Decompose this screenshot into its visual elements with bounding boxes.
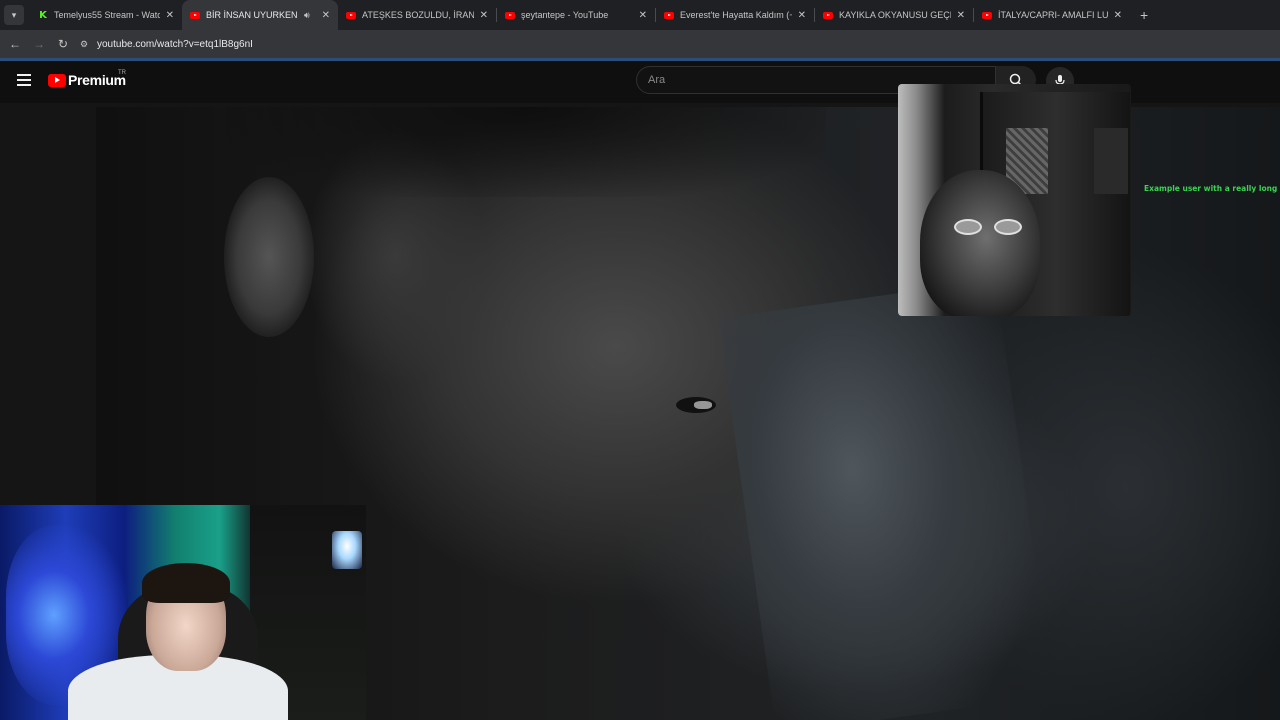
tab-title: ATEŞKES BOZULDU, İRAN KÖŞE (362, 10, 474, 20)
address-bar[interactable]: ⚙︎ youtube.com/watch?v=etq1lB8g6nI (77, 33, 1257, 55)
webcam-streamer-hair (142, 563, 230, 603)
forward-arrow-icon[interactable]: → (27, 37, 51, 51)
tab-title: BİR İNSAN UYURKEN BİRİSİ (206, 10, 300, 20)
youtube-icon (505, 10, 515, 20)
close-icon[interactable]: ✕ (480, 10, 488, 21)
tab-seytantepe[interactable]: şeytantepe - YouTube ✕ (497, 0, 655, 30)
video-ear-highlight (224, 177, 314, 337)
hamburger-menu-icon[interactable] (17, 74, 31, 86)
new-tab-plus-icon[interactable]: + (1140, 7, 1148, 23)
search-placeholder: Ara (648, 74, 666, 86)
close-icon[interactable]: ✕ (957, 10, 965, 21)
youtube-premium-logo[interactable]: Premium TR (48, 70, 126, 88)
address-text: youtube.com/watch?v=etq1lB8g6nI (97, 38, 253, 50)
tab-title: KAYIKLA OKYANUSU GEÇMEYE (839, 10, 951, 20)
tab-active-video[interactable]: BİR İNSAN UYURKEN BİRİSİ 🔊︎ ✕ (182, 0, 338, 30)
kick-icon: K (39, 9, 47, 21)
video-cloth-highlight (718, 279, 1054, 720)
tab-kick-stream[interactable]: K Temelyus55 Stream - Watch Live ✕ (30, 0, 182, 30)
tab-everest[interactable]: Everest'te Hayatta Kaldım (~50 ✕ (656, 0, 814, 30)
reload-icon[interactable]: ↻ (51, 37, 75, 51)
video-shadow (226, 107, 826, 197)
youtube-icon (664, 10, 674, 20)
country-code: TR (118, 70, 126, 76)
guest-webcam-overlay (898, 84, 1131, 316)
webcam-person (920, 170, 1040, 316)
browser-tab-strip: ▾ K Temelyus55 Stream - Watch Live ✕ BİR… (0, 0, 1280, 30)
tab-kayikla[interactable]: KAYIKLA OKYANUSU GEÇMEYE ✕ (815, 0, 973, 30)
tab-title: şeytantepe - YouTube (521, 10, 609, 20)
chat-overlay-message: Example user with a really long n (1144, 184, 1280, 193)
chevron-down-icon: ▾ (11, 9, 17, 20)
close-icon[interactable]: ✕ (639, 10, 647, 21)
back-arrow-icon[interactable]: ← (3, 37, 27, 51)
tab-search-button[interactable]: ▾ (4, 5, 24, 25)
speaker-icon[interactable]: 🔊︎ (304, 10, 310, 21)
streamer-webcam-overlay (0, 505, 366, 720)
site-settings-icon[interactable]: ⚙︎ (77, 37, 91, 51)
close-icon[interactable]: ✕ (166, 10, 174, 21)
webcam-door-panel (1094, 128, 1128, 194)
close-icon[interactable]: ✕ (798, 10, 806, 21)
glasses-right-lens (994, 219, 1022, 235)
youtube-icon (190, 10, 200, 20)
tab-title: Everest'te Hayatta Kaldım (~50 (680, 10, 792, 20)
tab-italya[interactable]: İTALYA/CAPRI- AMALFI LUXURY ✕ (974, 0, 1130, 30)
tab-ateskes[interactable]: ATEŞKES BOZULDU, İRAN KÖŞE ✕ (338, 0, 496, 30)
close-icon[interactable]: ✕ (1114, 10, 1122, 21)
tab-title: İTALYA/CAPRI- AMALFI LUXURY (998, 10, 1108, 20)
browser-toolbar: ← → ↻ ⚙︎ youtube.com/watch?v=etq1lB8g6nI (0, 30, 1280, 58)
tab-title: Temelyus55 Stream - Watch Live (54, 10, 160, 20)
youtube-icon (346, 10, 356, 20)
youtube-icon (982, 10, 992, 20)
close-icon[interactable]: ✕ (322, 10, 330, 21)
glasses-left-lens (954, 219, 982, 235)
webcam-lamp (332, 531, 362, 569)
video-teeth-highlight (694, 401, 712, 409)
youtube-play-icon (48, 73, 66, 87)
youtube-icon (823, 10, 833, 20)
